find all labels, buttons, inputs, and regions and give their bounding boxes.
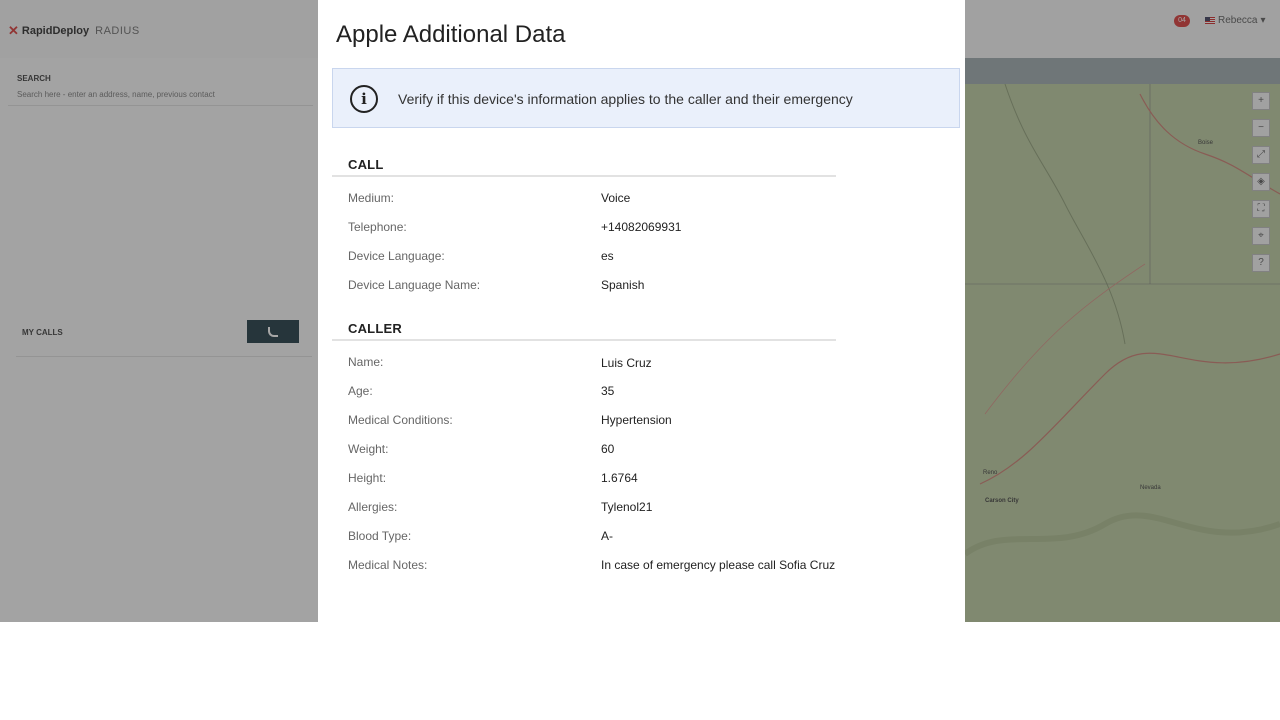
section-title-call: CALL [348, 157, 384, 172]
field-value-medium: Voice [601, 191, 631, 205]
field-label-allergies: Allergies: [348, 500, 398, 514]
info-banner-text: Verify if this device's information appl… [398, 91, 853, 107]
info-banner: i Verify if this device's information ap… [332, 68, 960, 128]
section-divider [332, 339, 836, 341]
field-value-age: 35 [601, 384, 615, 398]
field-value-device-language-name: Spanish [601, 278, 645, 292]
field-label-device-language: Device Language: [348, 249, 445, 263]
field-value-device-language: es [601, 249, 614, 263]
field-label-telephone: Telephone: [348, 220, 407, 234]
field-label-height: Height: [348, 471, 387, 485]
field-label-weight: Weight: [348, 442, 389, 456]
modal-title: Apple Additional Data [336, 21, 566, 48]
field-label-device-language-name: Device Language Name: [348, 278, 481, 292]
field-value-name: Luis Cruz [601, 356, 652, 370]
field-label-name: Name: [348, 355, 384, 369]
field-value-medical-conditions: Hypertension [601, 413, 672, 427]
field-label-blood-type: Blood Type: [348, 529, 412, 543]
field-label-medical-conditions: Medical Conditions: [348, 413, 453, 427]
apple-additional-data-modal: Apple Additional Data i Verify if this d… [318, 0, 965, 622]
app-window: ✕ RapidDeploy RADIUS 04 Rebecca ▾ SEARCH… [0, 0, 1280, 622]
field-label-medical-notes: Medical Notes: [348, 558, 428, 572]
field-value-weight: 60 [601, 442, 615, 456]
field-value-allergies: Tylenol21 [601, 500, 653, 514]
field-value-blood-type: A- [601, 529, 613, 543]
field-label-age: Age: [348, 384, 373, 398]
field-value-telephone: +14082069931 [601, 220, 682, 234]
info-icon: i [350, 85, 378, 113]
field-value-height: 1.6764 [601, 471, 638, 485]
section-divider [332, 175, 836, 177]
field-label-medium: Medium: [348, 191, 395, 205]
field-value-medical-notes: In case of emergency please call Sofia C… [601, 558, 836, 572]
section-title-caller: CALLER [348, 321, 402, 336]
